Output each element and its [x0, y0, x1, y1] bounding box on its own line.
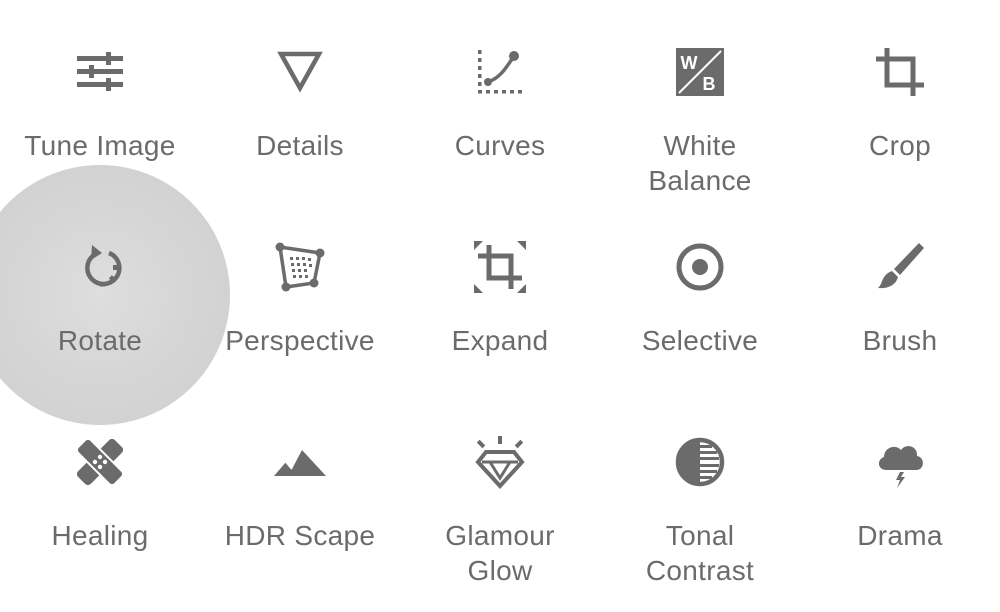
- tune-image-icon: [72, 44, 128, 100]
- tool-healing[interactable]: Healing: [0, 390, 200, 585]
- tool-label: HDR Scape: [224, 520, 376, 551]
- tool-label: Tune Image: [24, 130, 176, 161]
- tool-label: Curves: [454, 130, 546, 161]
- tool-label: Perspective: [225, 325, 375, 356]
- tool-label: Brush: [862, 325, 938, 356]
- tool-label: Glamour Glow: [445, 520, 555, 586]
- tool-label: Selective: [641, 325, 759, 356]
- tool-brush[interactable]: Brush: [800, 195, 1000, 390]
- tools-grid: Tune Image Details Curves W B White Bala…: [0, 0, 1000, 612]
- tool-label: Crop: [869, 130, 931, 161]
- tool-details[interactable]: Details: [200, 0, 400, 195]
- details-icon: [272, 44, 328, 100]
- brush-icon: [872, 239, 928, 295]
- tool-label: White Balance: [648, 130, 752, 196]
- tool-curves[interactable]: Curves: [400, 0, 600, 195]
- tool-drama[interactable]: Drama: [800, 390, 1000, 585]
- glamour-glow-icon: [472, 434, 528, 490]
- tool-label: Rotate: [57, 325, 143, 356]
- crop-icon: [872, 44, 928, 100]
- expand-icon: [472, 239, 528, 295]
- tool-label: Drama: [857, 520, 943, 551]
- perspective-icon: [272, 239, 328, 295]
- white-balance-icon: W B: [672, 44, 728, 100]
- tool-label: Expand: [451, 325, 549, 356]
- tool-tune-image[interactable]: Tune Image: [0, 0, 200, 195]
- hdr-scape-icon: [272, 434, 328, 490]
- tonal-contrast-icon: [672, 434, 728, 490]
- tool-expand[interactable]: Expand: [400, 195, 600, 390]
- tool-rotate[interactable]: Rotate: [0, 195, 200, 390]
- white-balance-w: W: [681, 53, 698, 73]
- selective-icon: [672, 239, 728, 295]
- drama-icon: [872, 434, 928, 490]
- tool-label: Details: [256, 130, 344, 161]
- tool-label: Healing: [51, 520, 149, 551]
- tool-perspective[interactable]: Perspective: [200, 195, 400, 390]
- white-balance-b: B: [703, 74, 716, 94]
- tool-glamour-glow[interactable]: Glamour Glow: [400, 390, 600, 586]
- tool-crop[interactable]: Crop: [800, 0, 1000, 195]
- healing-icon: [72, 434, 128, 490]
- tool-tonal-contrast[interactable]: Tonal Contrast: [600, 390, 800, 586]
- curves-icon: [472, 44, 528, 100]
- tool-white-balance[interactable]: W B White Balance: [600, 0, 800, 196]
- tool-hdr-scape[interactable]: HDR Scape: [200, 390, 400, 585]
- rotate-icon: [72, 239, 128, 295]
- tool-selective[interactable]: Selective: [600, 195, 800, 390]
- tool-label: Tonal Contrast: [645, 520, 755, 586]
